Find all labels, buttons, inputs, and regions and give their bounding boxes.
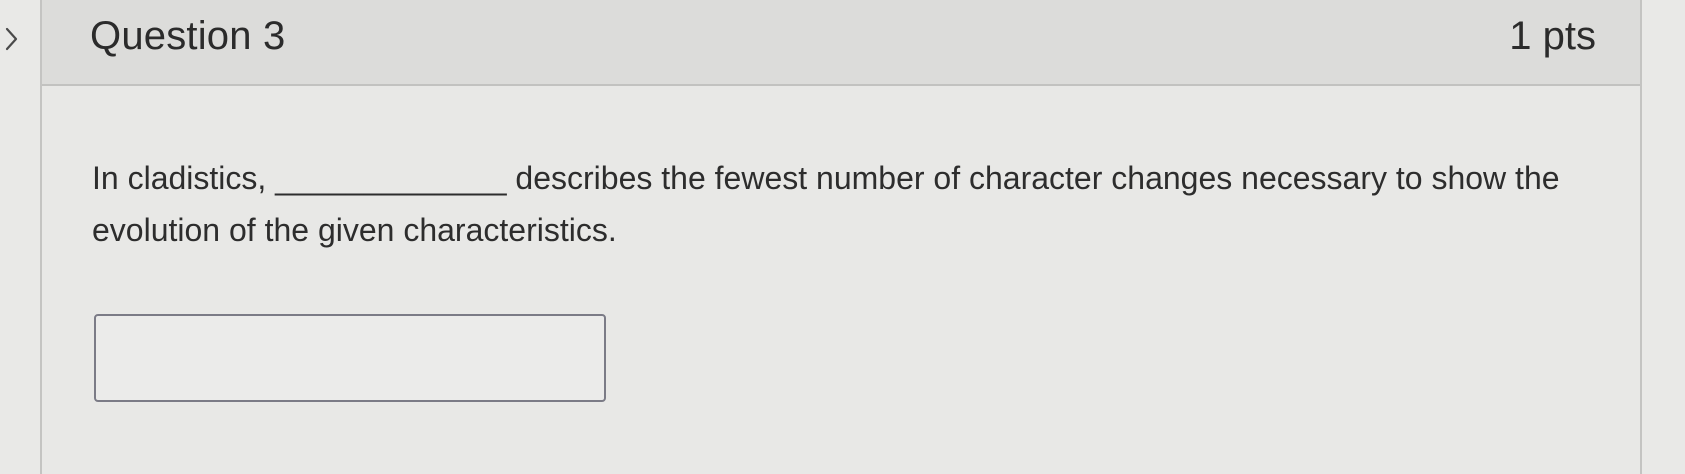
quiz-page: Question 3 1 pts In cladistics, ________… [0,0,1685,474]
question-text: In cladistics, _____________ describes t… [92,160,1560,248]
question-header: Question 3 1 pts [42,0,1640,86]
question-points: 1 pts [1509,14,1596,58]
answer-input[interactable] [94,314,606,402]
question-card: Question 3 1 pts In cladistics, ________… [40,0,1642,474]
chevron-right-icon[interactable] [2,26,22,52]
question-title: Question 3 [90,14,286,58]
